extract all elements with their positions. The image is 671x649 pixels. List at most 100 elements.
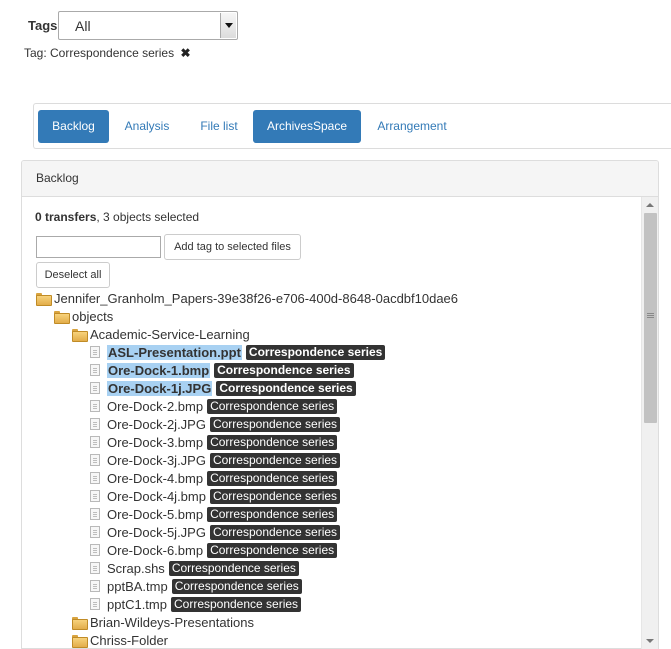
folder-name: Chriss-Folder (90, 632, 169, 648)
tree-file-row[interactable]: Ore-Dock-3j.JPG Correspondence series (90, 451, 341, 469)
folder-closed-icon (72, 634, 88, 648)
tag-badge: Correspondence series (170, 596, 302, 612)
panel-title: Backlog (36, 171, 79, 185)
tab-arrangement[interactable]: Arrangement (368, 110, 456, 143)
file-icon (90, 544, 100, 556)
file-icon (90, 580, 100, 592)
tags-select-value: All (75, 18, 91, 34)
folder-name: Academic-Service-Learning (90, 326, 250, 342)
tags-select[interactable]: All (58, 11, 238, 40)
tree-folder-objects[interactable]: objects (54, 307, 113, 325)
tree-file-row[interactable]: Ore-Dock-4j.bmp Correspondence series (90, 487, 341, 505)
file-name: Ore-Dock-2.bmp (107, 398, 204, 414)
objects-selected: , 3 objects selected (96, 210, 200, 224)
remove-tag-icon[interactable]: ✖ (180, 46, 190, 60)
vertical-scrollbar[interactable] (641, 197, 658, 649)
file-name: Ore-Dock-1.bmp (107, 362, 211, 378)
chevron-down-icon[interactable] (220, 13, 236, 38)
tree-folder-row[interactable]: Brian-Wildeys-Presentations (72, 613, 254, 631)
file-icon (90, 508, 100, 520)
tag-badge: Correspondence series (207, 434, 338, 450)
file-icon (90, 436, 100, 448)
tree-file-row[interactable]: pptBA.tmp Correspondence series (90, 577, 302, 595)
tag-badge: Correspondence series (209, 416, 341, 432)
file-name: pptBA.tmp (107, 578, 168, 594)
file-name: Ore-Dock-3.bmp (107, 434, 204, 450)
file-name: Ore-Dock-4.bmp (107, 470, 204, 486)
file-name: Ore-Dock-1j.JPG (107, 380, 213, 396)
tag-input[interactable] (36, 236, 161, 258)
tag-badge: Correspondence series (216, 380, 356, 396)
tree-file-row[interactable]: Scrap.shs Correspondence series (90, 559, 299, 577)
tree-file-row[interactable]: pptC1.tmp Correspondence series (90, 595, 302, 613)
tree-file-row[interactable]: Ore-Dock-2.bmp Correspondence series (90, 397, 338, 415)
folder-open-icon (36, 292, 52, 306)
tree-file-row[interactable]: Ore-Dock-5.bmp Correspondence series (90, 505, 338, 523)
tab-bar: Backlog Analysis File list ArchivesSpace… (33, 103, 671, 149)
tree-file-row[interactable]: Ore-Dock-6.bmp Correspondence series (90, 541, 338, 559)
add-tag-button[interactable]: Add tag to selected files (164, 234, 301, 260)
scroll-thumb[interactable] (644, 213, 657, 423)
tree-file-row[interactable]: ASL-Presentation.ppt Correspondence serie… (90, 343, 386, 361)
tag-badge: Correspondence series (168, 560, 299, 576)
tree-file-row[interactable]: Ore-Dock-1.bmp Correspondence series (90, 361, 354, 379)
tags-label: Tags (28, 18, 58, 33)
file-icon (90, 472, 100, 484)
active-tag-label: Tag: Correspondence series (24, 46, 175, 60)
file-name: Ore-Dock-6.bmp (107, 542, 204, 558)
file-name: Ore-Dock-3j.JPG (107, 452, 206, 468)
tree-folder-root[interactable]: Jennifer_Granholm_Papers-39e38f26-e706-4… (36, 289, 458, 307)
active-tag-filter: Tag: Correspondence series ✖ (24, 46, 191, 60)
file-name: Ore-Dock-5j.JPG (107, 524, 206, 540)
tag-badge: Correspondence series (245, 344, 386, 360)
folder-closed-icon (72, 616, 88, 630)
deselect-all-button[interactable]: Deselect all (36, 262, 110, 288)
tag-badge: Correspondence series (207, 506, 338, 522)
tree-folder-row[interactable]: Chriss-Folder (72, 631, 168, 649)
tag-badge: Correspondence series (207, 470, 338, 486)
file-icon (90, 526, 100, 538)
folder-open-icon (72, 328, 88, 342)
file-icon (90, 454, 100, 466)
file-name: Scrap.shs (107, 560, 165, 576)
tree-file-row[interactable]: Ore-Dock-5j.JPG Correspondence series (90, 523, 341, 541)
file-name: pptC1.tmp (107, 596, 167, 612)
file-icon (90, 346, 100, 358)
tag-badge: Correspondence series (171, 578, 302, 594)
tree-folder-academic-service-learning[interactable]: Academic-Service-Learning (72, 325, 250, 343)
tree-file-row[interactable]: Ore-Dock-3.bmp Correspondence series (90, 433, 338, 451)
file-icon (90, 418, 100, 430)
folder-open-icon (54, 310, 70, 324)
file-icon (90, 400, 100, 412)
scroll-up-icon[interactable] (642, 197, 658, 213)
file-icon (90, 382, 100, 394)
panel-header: Backlog (22, 161, 658, 197)
file-icon (90, 562, 100, 574)
tab-backlog[interactable]: Backlog (38, 110, 109, 143)
tag-badge: Correspondence series (209, 452, 341, 468)
file-name: Ore-Dock-2j.JPG (107, 416, 206, 432)
folder-name: Brian-Wildeys-Presentations (90, 614, 255, 630)
tag-badge: Correspondence series (209, 524, 341, 540)
tag-badge: Correspondence series (207, 398, 338, 414)
tag-badge: Correspondence series (209, 488, 341, 504)
transfers-count: 0 transfers (35, 210, 97, 224)
file-name: Ore-Dock-5.bmp (107, 506, 204, 522)
tree-file-row[interactable]: Ore-Dock-4.bmp Correspondence series (90, 469, 338, 487)
tag-badge: Correspondence series (207, 542, 338, 558)
scroll-down-icon[interactable] (642, 633, 658, 649)
tree-file-row[interactable]: Ore-Dock-2j.JPG Correspondence series (90, 415, 341, 433)
tab-file-list[interactable]: File list (186, 110, 252, 143)
file-icon (90, 364, 100, 376)
tree-file-row[interactable]: Ore-Dock-1j.JPG Correspondence series (90, 379, 356, 397)
selection-summary: 0 transfers, 3 objects selected (35, 210, 199, 224)
tab-analysis[interactable]: Analysis (112, 110, 182, 143)
file-name: Ore-Dock-4j.bmp (107, 488, 206, 504)
tag-badge: Correspondence series (214, 362, 354, 378)
folder-name: Jennifer_Granholm_Papers-39e38f26-e706-4… (54, 290, 459, 306)
file-icon (90, 490, 100, 502)
tab-archivesspace[interactable]: ArchivesSpace (253, 110, 361, 143)
file-name: ASL-Presentation.ppt (107, 344, 242, 360)
folder-name: objects (72, 308, 114, 324)
file-icon (90, 598, 100, 610)
